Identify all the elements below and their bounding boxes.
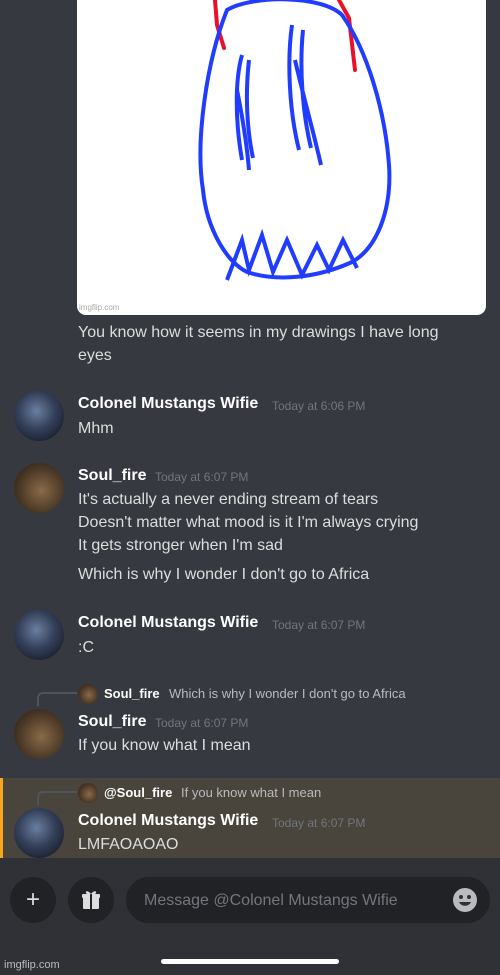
message-input-container[interactable] xyxy=(126,877,490,925)
drawing-image xyxy=(198,0,392,281)
avatar[interactable] xyxy=(14,391,64,441)
reply-preview[interactable]: If you know what I mean xyxy=(181,785,321,800)
reply-username[interactable]: Soul_fire xyxy=(104,686,160,701)
timestamp: Today at 6:07 PM xyxy=(155,716,249,730)
avatar[interactable] xyxy=(14,610,64,660)
gift-button[interactable] xyxy=(68,877,114,923)
add-button[interactable]: + xyxy=(10,877,56,923)
message-line: If you know what I mean xyxy=(78,737,251,754)
avatar[interactable] xyxy=(14,709,64,759)
reply-avatar xyxy=(78,684,98,704)
reply-avatar xyxy=(78,783,98,803)
message-line: eyes xyxy=(78,347,112,364)
home-indicator xyxy=(161,959,339,964)
reply-connector xyxy=(37,692,77,706)
message-line: Mhm xyxy=(78,420,114,437)
timestamp: Today at 6:07 PM xyxy=(155,470,249,484)
message-line: You know how it seems in my drawings I h… xyxy=(78,324,439,341)
username[interactable]: Colonel Mustangs Wifie xyxy=(78,395,258,413)
message-line: :C xyxy=(78,639,94,656)
message-line: Which is why I wonder I don't go to Afri… xyxy=(78,566,370,583)
image-attachment[interactable]: imgflip.com xyxy=(77,0,486,315)
gift-icon xyxy=(82,891,100,909)
reply-connector xyxy=(37,791,77,805)
reply-preview[interactable]: Which is why I wonder I don't go to Afri… xyxy=(169,686,406,701)
timestamp: Today at 6:07 PM xyxy=(272,618,366,632)
avatar[interactable] xyxy=(14,463,64,513)
emoji-icon[interactable] xyxy=(453,888,477,912)
watermark: imgflip.com xyxy=(4,959,60,971)
message-input[interactable] xyxy=(142,877,446,925)
avatar[interactable] xyxy=(14,808,64,858)
reply-username[interactable]: @Soul_fire xyxy=(104,785,172,800)
username[interactable]: Soul_fire xyxy=(78,713,146,731)
message-line: Doesn't matter what mood is it I'm alway… xyxy=(78,514,419,531)
message-line: LMFAOAOAO xyxy=(78,836,179,853)
username[interactable]: Colonel Mustangs Wifie xyxy=(78,812,258,830)
plus-icon: + xyxy=(25,886,40,913)
image-watermark: imgflip.com xyxy=(79,303,120,312)
timestamp: Today at 6:06 PM xyxy=(272,399,366,413)
username[interactable]: Soul_fire xyxy=(78,467,146,485)
timestamp: Today at 6:07 PM xyxy=(272,816,366,830)
username[interactable]: Colonel Mustangs Wifie xyxy=(78,614,258,632)
message-line: It's actually a never ending stream of t… xyxy=(78,491,379,508)
message-line: It gets stronger when I'm sad xyxy=(78,537,283,554)
